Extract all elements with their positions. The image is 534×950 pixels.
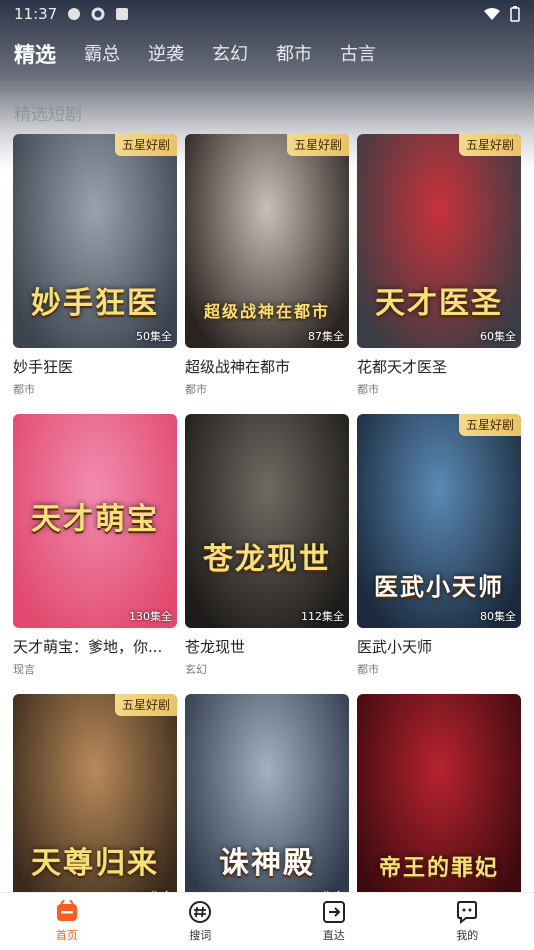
poster-artwork bbox=[185, 414, 349, 628]
poster-title-text: 天才萌宝 bbox=[31, 502, 159, 537]
bottom-navigation: 首页 搜词 直达 我的 bbox=[0, 892, 534, 950]
episode-count: 80集全 bbox=[480, 610, 516, 623]
section-title: 精选短剧 bbox=[14, 105, 82, 125]
drama-card[interactable]: 天才医圣 五星好剧 60集全 花都天才医圣 都市 bbox=[357, 134, 521, 414]
poster-title-text: 超级战神在都市 bbox=[203, 302, 330, 321]
status-time: 11:37 bbox=[14, 5, 58, 23]
five-star-badge: 五星好剧 bbox=[114, 694, 177, 716]
drama-title[interactable]: 妙手狂医 bbox=[13, 356, 177, 377]
drama-genre: 都市 bbox=[357, 383, 379, 396]
nav-home[interactable]: 首页 bbox=[0, 893, 134, 950]
poster-title-text: 诛神殿 bbox=[219, 846, 315, 881]
tab-historical[interactable]: 古言 bbox=[340, 40, 376, 70]
nav-profile[interactable]: 我的 bbox=[401, 893, 534, 950]
episode-count: 130集全 bbox=[129, 610, 172, 623]
five-star-badge: 五星好剧 bbox=[286, 134, 349, 156]
app-notification-icon bbox=[68, 8, 81, 20]
poster-title-text: 帝王的罪妃 bbox=[378, 855, 499, 881]
drama-title[interactable]: 天才萌宝：爹地，你... bbox=[13, 636, 177, 657]
tab-fantasy[interactable]: 玄幻 bbox=[212, 40, 248, 70]
tab-comeback[interactable]: 逆袭 bbox=[148, 40, 184, 70]
wifi-icon bbox=[484, 8, 500, 20]
arrow-box-icon bbox=[322, 901, 345, 923]
drama-poster[interactable]: 苍龙现世 112集全 bbox=[185, 414, 349, 628]
drama-poster[interactable]: 天才医圣 五星好剧 60集全 bbox=[357, 134, 521, 348]
nav-label: 直达 bbox=[322, 929, 345, 942]
drama-genre: 都市 bbox=[13, 383, 35, 396]
poster-title-text: 医武小天师 bbox=[374, 572, 504, 601]
drama-title[interactable]: 苍龙现世 bbox=[185, 636, 349, 657]
hashtag-icon bbox=[189, 901, 212, 923]
settings-notification-icon bbox=[91, 7, 105, 21]
tab-ceo[interactable]: 霸总 bbox=[84, 40, 120, 70]
drama-title[interactable]: 花都天才医圣 bbox=[357, 356, 521, 377]
drama-card[interactable]: 医武小天师 五星好剧 80集全 医武小天师 都市 bbox=[357, 414, 521, 694]
drama-genre: 都市 bbox=[185, 383, 207, 396]
drama-poster[interactable]: 帝王的罪妃 bbox=[357, 694, 521, 908]
home-icon bbox=[56, 900, 77, 921]
poster-title-text: 天才医圣 bbox=[375, 286, 503, 321]
episode-count: 112集全 bbox=[301, 610, 344, 623]
episode-count: 60集全 bbox=[480, 330, 516, 343]
drama-poster[interactable]: 妙手狂医 五星好剧 50集全 bbox=[13, 134, 177, 348]
five-star-badge: 五星好剧 bbox=[114, 134, 177, 156]
tab-urban[interactable]: 都市 bbox=[276, 40, 312, 70]
nav-label: 我的 bbox=[456, 929, 479, 942]
five-star-badge: 五星好剧 bbox=[458, 414, 521, 436]
drama-genre: 都市 bbox=[357, 663, 379, 676]
user-chat-icon bbox=[457, 901, 478, 924]
drama-poster[interactable]: 诛神殿 100集全 bbox=[185, 694, 349, 908]
drama-genre: 玄幻 bbox=[185, 663, 207, 676]
download-notification-icon bbox=[116, 8, 129, 20]
nav-label: 首页 bbox=[55, 929, 78, 942]
status-bar: 11:37 bbox=[0, 0, 534, 28]
drama-card[interactable]: 超级战神在都市 五星好剧 87集全 超级战神在都市 都市 bbox=[185, 134, 349, 414]
drama-grid: 妙手狂医 五星好剧 50集全 妙手狂医 都市 超级战神在都市 五星好剧 87集全… bbox=[13, 134, 521, 950]
drama-poster[interactable]: 超级战神在都市 五星好剧 87集全 bbox=[185, 134, 349, 348]
battery-icon bbox=[510, 6, 520, 22]
five-star-badge: 五星好剧 bbox=[458, 134, 521, 156]
drama-poster[interactable]: 天尊归来 五星好剧 72集全 bbox=[13, 694, 177, 908]
poster-title-text: 妙手狂医 bbox=[31, 286, 159, 321]
nav-label: 搜词 bbox=[189, 929, 212, 942]
drama-genre: 现言 bbox=[13, 663, 35, 676]
drama-title[interactable]: 医武小天师 bbox=[357, 636, 521, 657]
episode-count: 87集全 bbox=[308, 330, 344, 343]
nav-direct[interactable]: 直达 bbox=[267, 893, 401, 950]
drama-poster[interactable]: 医武小天师 五星好剧 80集全 bbox=[357, 414, 521, 628]
drama-card[interactable]: 苍龙现世 112集全 苍龙现世 玄幻 bbox=[185, 414, 349, 694]
drama-poster[interactable]: 天才萌宝 130集全 bbox=[13, 414, 177, 628]
category-tabs: 精选 霸总 逆袭 玄幻 都市 古言 bbox=[14, 40, 404, 70]
poster-title-text: 天尊归来 bbox=[31, 846, 159, 881]
drama-card[interactable]: 天才萌宝 130集全 天才萌宝：爹地，你... 现言 bbox=[13, 414, 177, 694]
poster-title-text: 苍龙现世 bbox=[203, 542, 331, 577]
drama-title[interactable]: 超级战神在都市 bbox=[185, 356, 349, 377]
nav-search-words[interactable]: 搜词 bbox=[134, 893, 268, 950]
drama-card[interactable]: 妙手狂医 五星好剧 50集全 妙手狂医 都市 bbox=[13, 134, 177, 414]
episode-count: 50集全 bbox=[136, 330, 172, 343]
tab-featured[interactable]: 精选 bbox=[14, 40, 56, 70]
